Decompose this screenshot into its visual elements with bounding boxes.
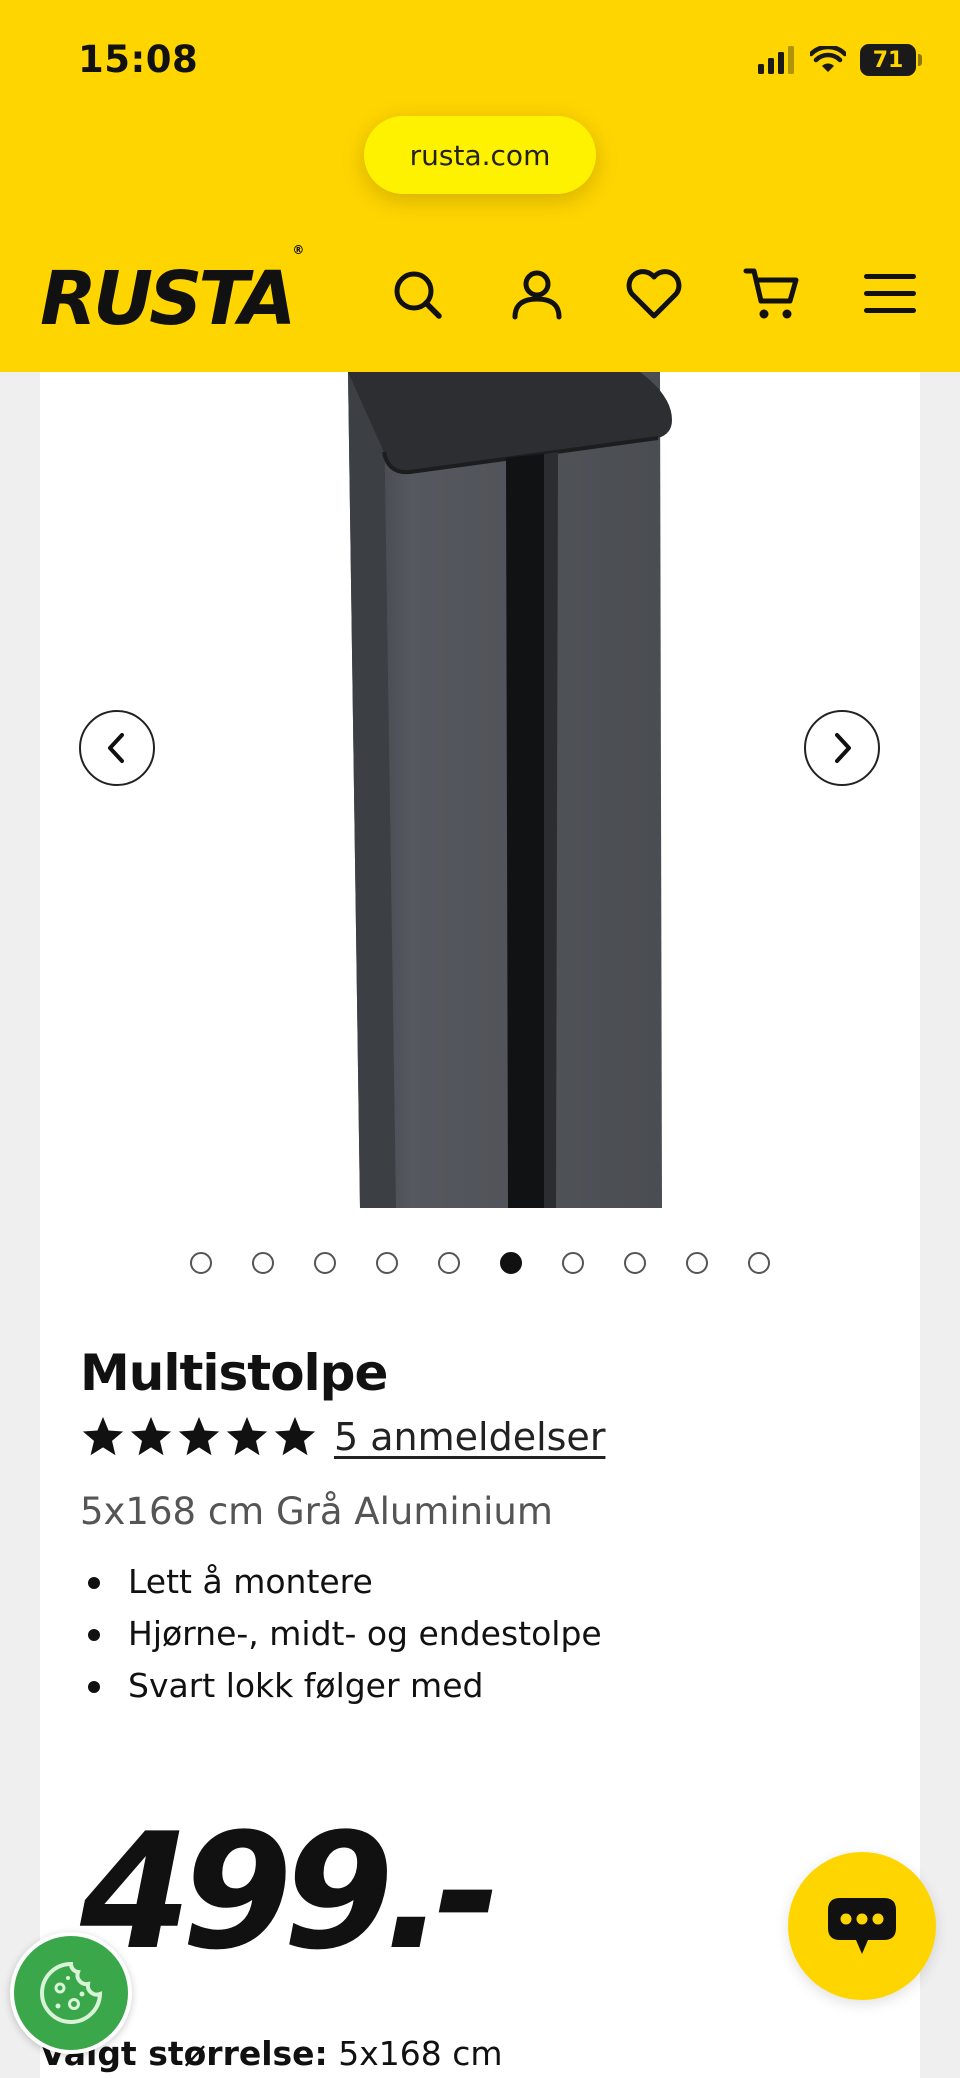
previous-image-button[interactable]: [79, 710, 155, 786]
star-icon: [274, 1416, 316, 1456]
chevron-left-icon: [108, 733, 124, 763]
gallery-dot[interactable]: [314, 1252, 336, 1274]
star-icon: [130, 1416, 172, 1456]
menu-button[interactable]: [858, 262, 922, 326]
gallery-dot[interactable]: [686, 1252, 708, 1274]
star-icon: [82, 1416, 124, 1456]
search-button[interactable]: [385, 262, 449, 326]
chat-button[interactable]: [788, 1852, 936, 2000]
gallery-dot[interactable]: [376, 1252, 398, 1274]
star-icon: [178, 1416, 220, 1456]
feature-item: Lett å montere: [80, 1556, 602, 1608]
signal-icon: [758, 46, 794, 74]
chevron-right-icon: [835, 733, 851, 763]
gallery-dot[interactable]: [562, 1252, 584, 1274]
gallery-pagination: [40, 1252, 920, 1274]
gallery-dot[interactable]: [500, 1252, 522, 1274]
product-title: Multistolpe: [80, 1344, 388, 1402]
product-subtitle: 5x168 cm Grå Aluminium: [80, 1490, 553, 1533]
cookie-settings-button[interactable]: [10, 1932, 132, 2054]
cookie-icon: [40, 1961, 103, 2024]
product-image: [348, 372, 672, 1208]
gallery-dot[interactable]: [748, 1252, 770, 1274]
star-rating: [80, 1414, 318, 1460]
heart-icon: [626, 269, 682, 319]
status-time: 15:08: [78, 38, 199, 81]
gallery-dot[interactable]: [438, 1252, 460, 1274]
gallery-dot[interactable]: [190, 1252, 212, 1274]
rusta-logo[interactable]: RUSTA®: [40, 243, 304, 342]
logo-text: RUSTA: [40, 256, 296, 342]
star-icon: [226, 1416, 268, 1456]
wishlist-button[interactable]: [622, 262, 686, 326]
wifi-icon: [810, 46, 846, 72]
cart-button[interactable]: [740, 262, 804, 326]
feature-item: Hjørne-, midt- og endestolpe: [80, 1608, 602, 1660]
address-bar[interactable]: rusta.com: [364, 116, 596, 194]
hamburger-menu-icon: [864, 274, 916, 313]
gallery-dot[interactable]: [624, 1252, 646, 1274]
user-icon: [512, 270, 562, 320]
feature-list: Lett å montere Hjørne-, midt- og endesto…: [80, 1556, 602, 1712]
logo-registered-mark: ®: [292, 243, 305, 258]
rating-row: 5 anmeldelser: [80, 1414, 605, 1460]
status-icons: 71: [758, 44, 922, 76]
feature-item: Svart lokk følger med: [80, 1660, 602, 1712]
site-header: 15:08 71 rusta.com RUSTA®: [0, 0, 960, 372]
chat-bubble-icon: [828, 1898, 896, 1954]
cart-icon: [743, 268, 799, 319]
gallery-dot[interactable]: [252, 1252, 274, 1274]
product-price: 499.-: [80, 1798, 501, 1985]
search-icon: [394, 271, 442, 319]
account-button[interactable]: [505, 262, 569, 326]
reviews-link[interactable]: 5 anmeldelser: [334, 1415, 605, 1459]
image-gallery[interactable]: [40, 372, 920, 1222]
product-card: Multistolpe 5 anmeldelser 5x168 cm Grå A…: [40, 372, 920, 2078]
size-value: 5x168 cm: [338, 2034, 503, 2073]
battery-indicator: 71: [860, 44, 922, 76]
next-image-button[interactable]: [804, 710, 880, 786]
